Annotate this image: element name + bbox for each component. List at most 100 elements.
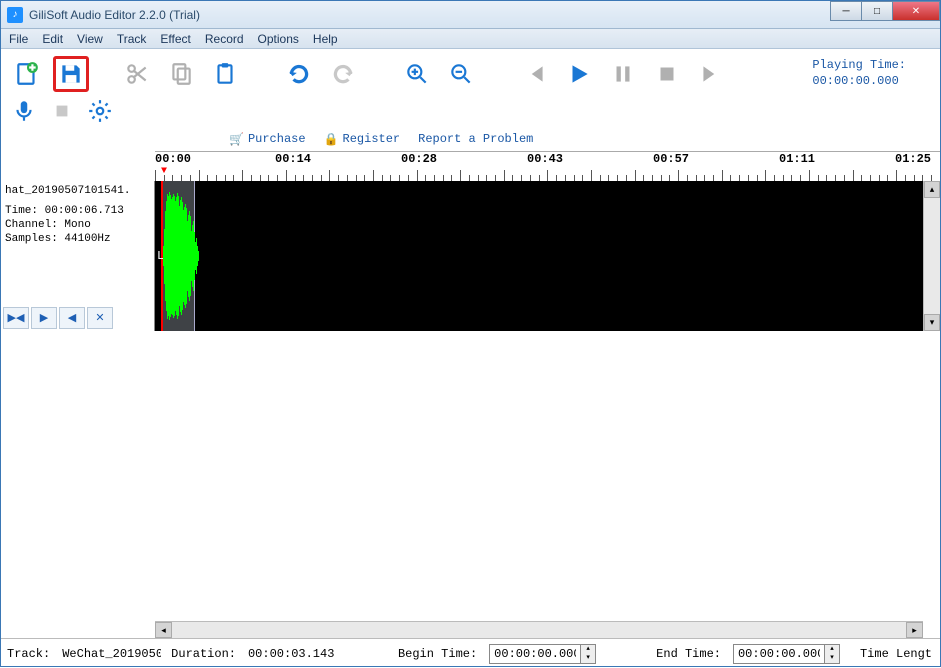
track-time: Time: 00:00:06.713 — [5, 205, 150, 217]
skip-start-icon — [522, 61, 548, 87]
minimize-button[interactable]: ─ — [830, 1, 862, 21]
empty-tracks-area — [1, 331, 940, 621]
lock-icon: 🔒 — [324, 132, 339, 147]
status-track-label: Track: — [7, 647, 50, 661]
menu-bar: File Edit View Track Effect Record Optio… — [1, 29, 940, 49]
report-problem-link[interactable]: Report a Problem — [418, 132, 533, 146]
track-row: hat_20190507101541. Time: 00:00:06.713 C… — [1, 181, 940, 331]
zoom-out-button[interactable] — [443, 56, 479, 92]
ruler-label: 00:28 — [401, 152, 437, 166]
new-file-icon — [14, 61, 40, 87]
pause-button[interactable] — [605, 56, 641, 92]
vscroll-track[interactable] — [924, 198, 940, 314]
begin-time-down[interactable]: ▾ — [581, 654, 595, 663]
app-icon: ♪ — [7, 7, 23, 23]
scroll-up-button[interactable]: ▴ — [924, 181, 940, 198]
record-mic-button[interactable] — [9, 97, 39, 125]
zoom-in-button[interactable] — [399, 56, 435, 92]
status-length-label: Time Lengt — [860, 647, 932, 661]
maximize-button[interactable]: □ — [861, 1, 893, 21]
close-button[interactable]: ✕ — [892, 1, 940, 21]
purchase-link[interactable]: 🛒 Purchase — [229, 132, 306, 147]
settings-button[interactable] — [85, 97, 115, 125]
playing-time-value: 00:00:00.000 — [812, 74, 906, 90]
stop-button[interactable] — [649, 56, 685, 92]
track-back-button[interactable]: ◀ — [59, 307, 85, 329]
waveform-canvas[interactable]: L — [155, 181, 923, 331]
track-info-panel: hat_20190507101541. Time: 00:00:06.713 C… — [1, 181, 155, 331]
microphone-icon — [11, 98, 37, 124]
end-time-down[interactable]: ▾ — [825, 654, 839, 663]
pause-icon — [610, 61, 636, 87]
gear-icon — [87, 98, 113, 124]
link-row: 🛒 Purchase 🔒 Register Report a Problem — [9, 127, 932, 151]
hscroll-track[interactable] — [172, 622, 906, 638]
playhead-marker-icon: ▼ — [161, 166, 167, 177]
ruler-label: 00:57 — [653, 152, 689, 166]
skip-end-button[interactable] — [693, 56, 729, 92]
undo-icon — [286, 61, 312, 87]
play-button[interactable] — [561, 56, 597, 92]
playing-time-display: Playing Time: 00:00:00.000 — [812, 58, 932, 89]
copy-button[interactable] — [163, 56, 199, 92]
waveform-bars — [163, 191, 199, 321]
begin-time-field[interactable] — [490, 647, 580, 661]
menu-help[interactable]: Help — [313, 32, 338, 46]
toolbar: Playing Time: 00:00:00.000 🛒 Purchase 🔒 … — [1, 49, 940, 151]
ruler-label: 00:00 — [155, 152, 191, 166]
play-icon — [566, 61, 592, 87]
undo-button[interactable] — [281, 56, 317, 92]
clipboard-icon — [212, 61, 238, 87]
timeline-ruler[interactable]: 00:00 00:14 00:28 00:43 00:57 01:11 01:2… — [155, 151, 940, 181]
skip-start-button[interactable] — [517, 56, 553, 92]
register-link[interactable]: 🔒 Register — [324, 132, 401, 147]
scissors-icon — [124, 61, 150, 87]
begin-time-input[interactable]: ▴▾ — [489, 644, 596, 664]
track-samples: Samples: 44100Hz — [5, 233, 150, 245]
stop-record-button[interactable] — [47, 97, 77, 125]
status-track-value: WeChat_20190507101541 — [62, 647, 161, 661]
save-button[interactable] — [53, 56, 89, 92]
stop-small-icon — [49, 98, 75, 124]
menu-edit[interactable]: Edit — [42, 32, 63, 46]
ruler-ticks — [155, 169, 940, 181]
window-title: GiliSoft Audio Editor 2.2.0 (Trial) — [29, 8, 831, 22]
end-time-up[interactable]: ▴ — [825, 645, 839, 654]
scroll-right-button[interactable]: ▸ — [906, 622, 923, 638]
menu-view[interactable]: View — [77, 32, 103, 46]
status-duration-value: 00:00:03.143 — [248, 647, 338, 661]
zoom-in-icon — [404, 61, 430, 87]
scroll-down-button[interactable]: ▾ — [924, 314, 940, 331]
horizontal-scrollbar[interactable]: ◂ ▸ — [155, 621, 923, 638]
track-close-button[interactable]: ✕ — [87, 307, 113, 329]
scroll-left-button[interactable]: ◂ — [155, 622, 172, 638]
skip-end-icon — [698, 61, 724, 87]
menu-effect[interactable]: Effect — [160, 32, 190, 46]
purchase-label: Purchase — [248, 132, 306, 146]
track-play-button[interactable]: ▶ — [31, 307, 57, 329]
title-bar: ♪ GiliSoft Audio Editor 2.2.0 (Trial) ─ … — [1, 1, 940, 29]
menu-track[interactable]: Track — [117, 32, 147, 46]
paste-button[interactable] — [207, 56, 243, 92]
begin-time-up[interactable]: ▴ — [581, 645, 595, 654]
register-label: Register — [343, 132, 401, 146]
vertical-scrollbar[interactable]: ▴ ▾ — [923, 181, 940, 331]
end-time-input[interactable]: ▴▾ — [733, 644, 840, 664]
menu-options[interactable]: Options — [258, 32, 299, 46]
playing-time-label: Playing Time: — [812, 58, 906, 74]
report-label: Report a Problem — [418, 132, 533, 146]
end-time-field[interactable] — [734, 647, 824, 661]
redo-button[interactable] — [325, 56, 361, 92]
ruler-label: 01:25 — [895, 152, 931, 166]
status-end-label: End Time: — [656, 647, 721, 661]
window-controls: ─ □ ✕ — [831, 1, 940, 28]
cut-button[interactable] — [119, 56, 155, 92]
track-channel: Channel: Mono — [5, 219, 150, 231]
stop-icon — [654, 61, 680, 87]
status-begin-label: Begin Time: — [398, 647, 477, 661]
track-rewind-button[interactable]: ▶◀ — [3, 307, 29, 329]
new-file-button[interactable] — [9, 56, 45, 92]
zoom-out-icon — [448, 61, 474, 87]
menu-file[interactable]: File — [9, 32, 28, 46]
menu-record[interactable]: Record — [205, 32, 244, 46]
